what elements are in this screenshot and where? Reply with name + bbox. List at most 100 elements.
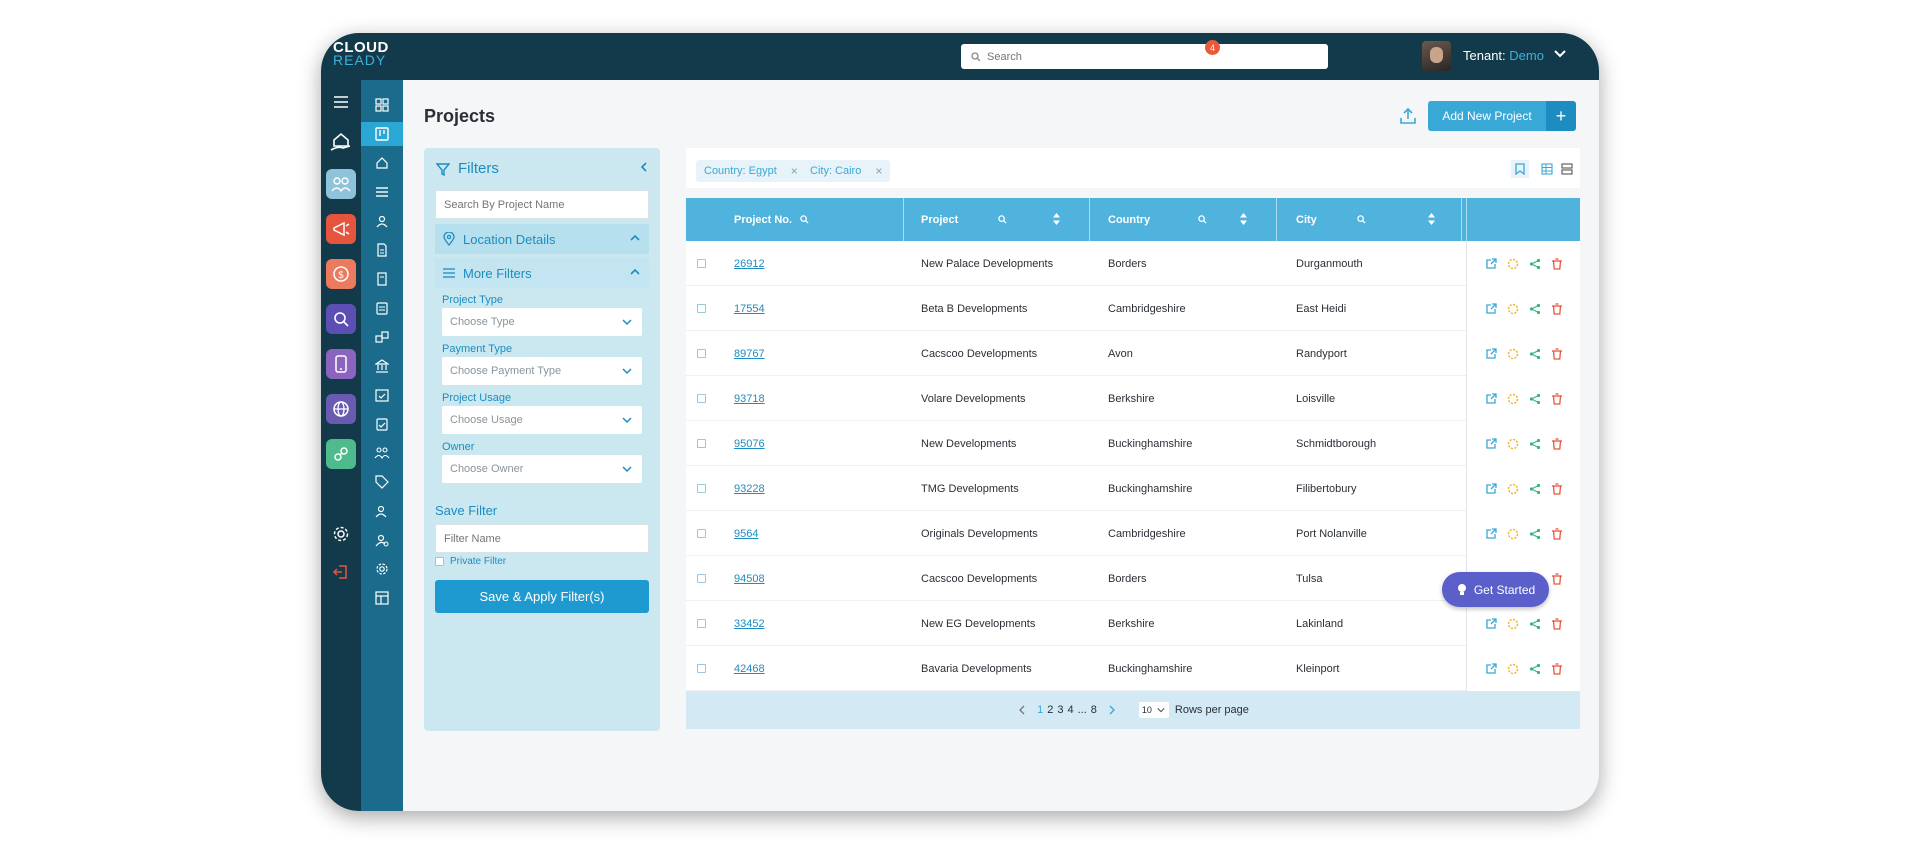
project-no-link[interactable]: 93228 (734, 466, 765, 511)
page-number[interactable]: 3 (1057, 704, 1063, 716)
share-icon[interactable] (1529, 348, 1541, 360)
trash-icon[interactable] (1551, 662, 1563, 675)
chip-city[interactable]: City: Cairo × (802, 160, 891, 182)
nav-dashboard[interactable] (361, 93, 403, 117)
module-integrations[interactable] (326, 439, 356, 469)
page-number[interactable]: 1 (1037, 704, 1043, 716)
edit-gear-icon[interactable] (1507, 438, 1519, 450)
settings-button[interactable] (326, 519, 356, 549)
external-link-icon[interactable] (1485, 302, 1497, 315)
sort-icon[interactable] (1052, 212, 1061, 226)
project-no-link[interactable]: 9564 (734, 511, 758, 556)
module-realestate[interactable] (326, 126, 356, 156)
table-row[interactable]: 17554 Beta B Developments Cambridgeshire Ea… (686, 286, 1580, 331)
module-search[interactable] (326, 304, 356, 334)
edit-gear-icon[interactable] (1507, 258, 1519, 270)
filter-name-input[interactable] (435, 524, 649, 553)
table-row[interactable]: 26912 New Palace Developments Borders Durga… (686, 241, 1580, 286)
row-checkbox[interactable] (697, 664, 706, 673)
share-icon[interactable] (1529, 258, 1541, 270)
share-icon[interactable] (1529, 393, 1541, 405)
chevron-down-icon[interactable] (1553, 47, 1567, 61)
row-checkbox[interactable] (697, 574, 706, 583)
menu-toggle[interactable] (326, 87, 356, 117)
search-icon[interactable] (800, 215, 809, 224)
project-no-link[interactable]: 95076 (734, 421, 765, 466)
nav-settings[interactable] (361, 557, 403, 581)
row-checkbox[interactable] (697, 529, 706, 538)
col-project[interactable]: Project (921, 198, 1073, 241)
share-icon[interactable] (1529, 663, 1541, 675)
trash-icon[interactable] (1551, 572, 1563, 585)
trash-icon[interactable] (1551, 302, 1563, 315)
project-no-link[interactable]: 26912 (734, 241, 765, 286)
project-no-link[interactable]: 94508 (734, 556, 765, 601)
nav-tasks[interactable] (361, 412, 403, 436)
table-row[interactable]: 42468 Bavaria Developments Buckinghamshire… (686, 646, 1580, 691)
external-link-icon[interactable] (1485, 257, 1497, 270)
sort-icon[interactable] (1427, 212, 1436, 226)
nav-groups[interactable] (361, 441, 403, 465)
project-no-link[interactable]: 89767 (734, 331, 765, 376)
table-row[interactable]: 9564 Originals Developments Cambridgeshire… (686, 511, 1580, 556)
page-number[interactable]: 2 (1047, 704, 1053, 716)
table-row[interactable]: 33452 New EG Developments Berkshire Lakinla… (686, 601, 1580, 646)
edit-gear-icon[interactable] (1507, 528, 1519, 540)
search-icon[interactable] (998, 215, 1007, 224)
module-marketing[interactable] (326, 214, 356, 244)
app-logo[interactable]: CLOUD READY (333, 40, 389, 67)
col-country[interactable]: Country (1108, 198, 1260, 241)
save-apply-filter-button[interactable]: Save & Apply Filter(s) (435, 580, 649, 613)
trash-icon[interactable] (1551, 257, 1563, 270)
nav-list[interactable] (361, 180, 403, 204)
trash-icon[interactable] (1551, 617, 1563, 630)
share-icon[interactable] (1529, 483, 1541, 495)
module-finance[interactable]: $ (326, 259, 356, 289)
chip-country[interactable]: Country: Egypt × (696, 160, 806, 182)
chevron-left-icon[interactable] (1017, 705, 1027, 715)
nav-tags[interactable] (361, 470, 403, 494)
edit-gear-icon[interactable] (1507, 483, 1519, 495)
row-checkbox[interactable] (697, 484, 706, 493)
trash-icon[interactable] (1551, 392, 1563, 405)
nav-user-settings[interactable] (361, 528, 403, 552)
nav-notes[interactable] (361, 267, 403, 291)
row-checkbox[interactable] (697, 619, 706, 628)
external-link-icon[interactable] (1485, 437, 1497, 450)
nav-home[interactable] (361, 151, 403, 175)
external-link-icon[interactable] (1485, 662, 1497, 675)
table-row[interactable]: 93718 Volare Developments Berkshire Loisvil… (686, 376, 1580, 421)
upload-button[interactable] (1395, 103, 1421, 129)
notifications-button[interactable]: 4 (1190, 40, 1220, 70)
row-checkbox[interactable] (697, 349, 706, 358)
page-number[interactable]: 8 (1091, 704, 1097, 716)
module-team[interactable] (326, 169, 356, 199)
nav-layout[interactable] (361, 586, 403, 610)
close-icon[interactable]: × (791, 164, 798, 178)
bookmark-button[interactable] (1511, 160, 1529, 178)
tenant-selector[interactable]: Tenant: Demo (1463, 48, 1544, 63)
search-icon[interactable] (1198, 215, 1207, 224)
trash-icon[interactable] (1551, 347, 1563, 360)
nav-clipboard[interactable] (361, 296, 403, 320)
nav-users[interactable] (361, 499, 403, 523)
table-row[interactable]: 89767 Cacscoo Developments Avon Randyport (686, 331, 1580, 376)
page-number[interactable]: 4 (1067, 704, 1073, 716)
external-link-icon[interactable] (1485, 527, 1497, 540)
table-view-button[interactable] (1538, 160, 1556, 178)
project-no-link[interactable]: 17554 (734, 286, 765, 331)
edit-gear-icon[interactable] (1507, 663, 1519, 675)
nav-contacts[interactable] (361, 209, 403, 233)
close-icon[interactable]: × (875, 164, 882, 178)
edit-gear-icon[interactable] (1507, 393, 1519, 405)
external-link-icon[interactable] (1485, 392, 1497, 405)
user-avatar[interactable] (1422, 41, 1451, 71)
add-project-button[interactable]: Add New Project + (1428, 101, 1576, 131)
external-link-icon[interactable] (1485, 347, 1497, 360)
nav-units[interactable] (361, 325, 403, 349)
external-link-icon[interactable] (1485, 482, 1497, 495)
trash-icon[interactable] (1551, 482, 1563, 495)
table-row[interactable]: 95076 New Developments Buckinghamshire Schm… (686, 421, 1580, 466)
project-no-link[interactable]: 33452 (734, 601, 765, 646)
share-icon[interactable] (1529, 528, 1541, 540)
